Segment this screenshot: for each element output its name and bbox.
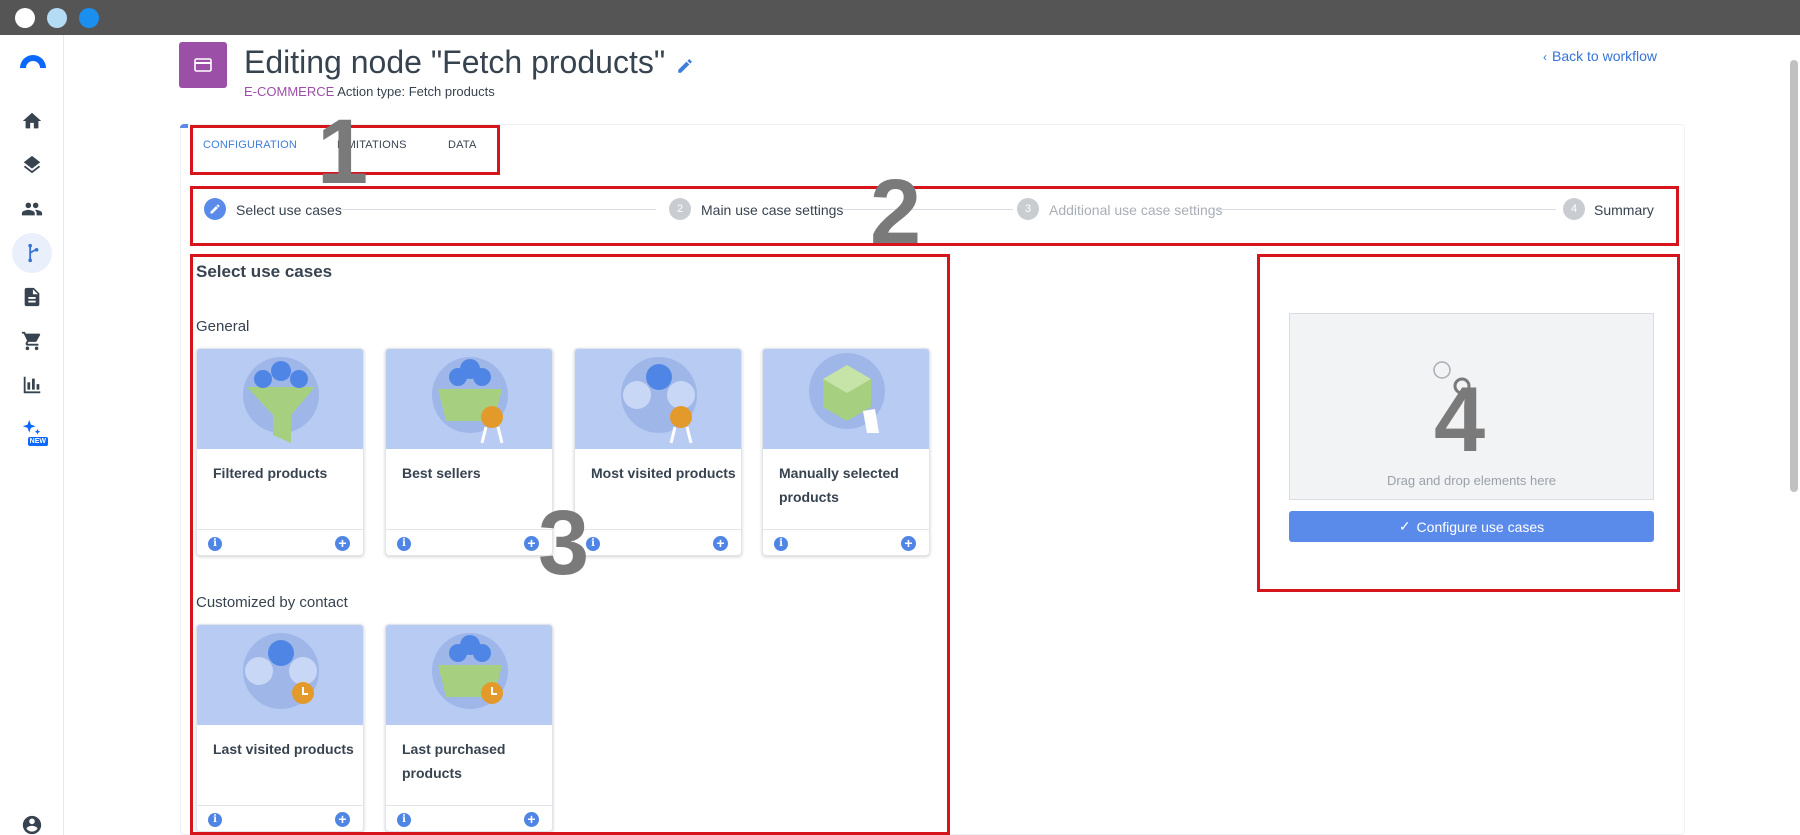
sidebar-item-home[interactable] (12, 101, 52, 141)
window-minimize-dot[interactable] (47, 8, 67, 28)
chevron-left-icon: ‹ (1543, 50, 1547, 64)
bar-chart-icon (23, 376, 41, 394)
home-icon (22, 112, 42, 129)
annotation-number-2: 2 (870, 161, 922, 263)
edit-title-button[interactable] (676, 57, 696, 77)
sidebar-item-profile[interactable] (12, 805, 52, 835)
sidebar-item-ai[interactable]: NEW (12, 409, 52, 449)
layers-icon (23, 155, 41, 174)
annotation-number-3: 3 (538, 492, 590, 594)
window-titlebar (0, 0, 1800, 35)
card-accent (180, 124, 188, 128)
document-icon (24, 287, 40, 307)
window-maximize-dot[interactable] (79, 8, 99, 28)
node-type-icon (179, 42, 227, 88)
sidebar-item-workflows[interactable] (12, 233, 52, 273)
sidebar-item-e-commerce[interactable] (12, 321, 52, 361)
people-icon (21, 202, 43, 216)
sidebar: NEW (0, 35, 64, 835)
back-link-label: Back to workflow (1552, 48, 1658, 64)
sidebar-item-layers[interactable] (12, 145, 52, 185)
workflow-icon (28, 243, 39, 263)
sidebar-item-people[interactable] (12, 189, 52, 229)
node-category: E-COMMERCE (244, 84, 335, 99)
page-title: Editing node "Fetch products" (244, 44, 666, 80)
new-badge: NEW (27, 437, 48, 446)
annotation-number-1: 1 (317, 101, 369, 203)
cart-icon (21, 331, 41, 351)
annotation-box-2 (190, 186, 1679, 246)
card-icon (194, 58, 212, 72)
app-logo[interactable] (18, 53, 48, 69)
node-action-type: Action type: Fetch products (337, 84, 495, 99)
pencil-icon (678, 59, 692, 73)
window-close-dot[interactable] (15, 8, 35, 28)
sidebar-item-documents[interactable] (12, 277, 52, 317)
annotation-number-4: 4 (1434, 369, 1486, 471)
vertical-scrollbar[interactable] (1790, 60, 1798, 492)
user-icon (22, 815, 42, 835)
node-subtitle: E-COMMERCE Action type: Fetch products (244, 84, 495, 99)
sidebar-item-analytics[interactable] (12, 365, 52, 405)
back-to-workflow-link[interactable]: ‹ Back to workflow (1543, 48, 1657, 64)
